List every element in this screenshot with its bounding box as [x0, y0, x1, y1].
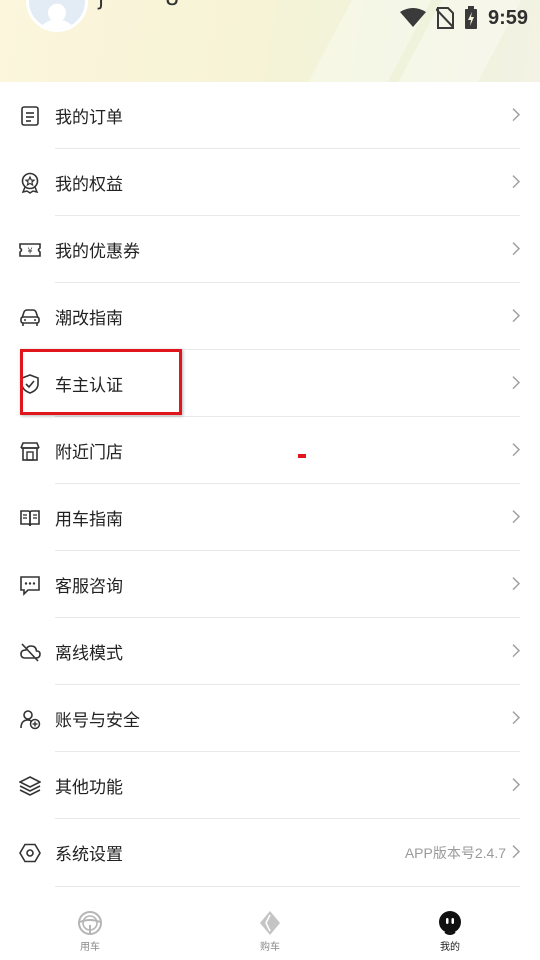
menu-item-nearby-stores[interactable]: 附近门店: [0, 417, 540, 484]
chevron-right-icon: [512, 174, 520, 188]
menu-item-orders[interactable]: 我的订单: [0, 82, 540, 149]
car-front-icon: [19, 306, 41, 328]
menu-item-account-security[interactable]: 账号与安全: [0, 685, 540, 752]
chevron-right-icon: [512, 107, 520, 121]
settings-menu: 我的订单 我的权益 ¥ 我的优惠券 潮改指南 车主认证 附近门店 用车指南 客服…: [0, 82, 540, 887]
menu-item-label: 附近门店: [55, 443, 123, 463]
chevron-right-icon: [512, 576, 520, 590]
chevron-right-icon: [512, 643, 520, 657]
tab-label: 购车: [260, 942, 280, 953]
menu-item-usage-guide[interactable]: 用车指南: [0, 484, 540, 551]
menu-item-customer-service[interactable]: 客服咨询: [0, 551, 540, 618]
menu-item-label: 用车指南: [55, 510, 123, 530]
menu-item-label: 账号与安全: [55, 711, 140, 731]
cloud-off-icon: [19, 641, 41, 663]
menu-item-system-settings[interactable]: 系统设置 APP版本号2.4.7: [0, 819, 540, 887]
app-version: APP版本号2.4.7: [404, 844, 506, 861]
store-icon: [19, 440, 41, 462]
book-icon: [19, 507, 41, 529]
clock: 9:59: [487, 6, 528, 29]
menu-item-label: 离线模式: [55, 644, 123, 664]
menu-item-owner-verification[interactable]: 车主认证: [0, 350, 540, 417]
menu-item-coupons[interactable]: ¥ 我的优惠券: [0, 216, 540, 283]
user-shield-icon: [19, 708, 41, 730]
menu-item-label: 客服咨询: [55, 577, 123, 597]
chat-bubble-icon: [19, 574, 41, 596]
no-sim-icon: [435, 7, 454, 29]
menu-item-label: 车主认证: [55, 376, 123, 396]
menu-item-label: 潮改指南: [55, 309, 123, 329]
chevron-right-icon: [512, 241, 520, 255]
face-icon: [437, 910, 463, 936]
order-list-icon: [19, 105, 41, 127]
menu-item-label: 我的订单: [55, 108, 123, 128]
wifi-icon: [399, 8, 426, 28]
menu-item-benefits[interactable]: 我的权益: [0, 149, 540, 216]
chevron-right-icon: [512, 375, 520, 389]
avatar-person-icon: [29, 0, 85, 29]
chevron-right-icon: [512, 777, 520, 791]
steering-wheel-icon: [77, 910, 103, 936]
shield-check-icon: [19, 373, 41, 395]
menu-item-label: 我的优惠券: [55, 242, 140, 262]
click-marker: [298, 454, 306, 458]
avatar[interactable]: [26, 0, 88, 32]
chevron-right-icon: [512, 844, 520, 858]
tab-label: 我的: [440, 942, 460, 953]
menu-item-mod-guide[interactable]: 潮改指南: [0, 283, 540, 350]
chevron-right-icon: [512, 710, 520, 724]
tab-buy-car[interactable]: 购车: [180, 898, 360, 960]
username: j*****8: [98, 0, 180, 11]
menu-item-offline-mode[interactable]: 离线模式: [0, 618, 540, 685]
chevron-right-icon: [512, 308, 520, 322]
profile-header: j*****8 9:59: [0, 0, 540, 82]
hexagon-settings-icon: [19, 842, 41, 864]
menu-item-label: 系统设置: [55, 845, 123, 865]
menu-item-label: 其他功能: [55, 778, 123, 798]
menu-item-other-features[interactable]: 其他功能: [0, 752, 540, 819]
chevron-right-icon: [512, 509, 520, 523]
bottom-tab-bar: 用车 购车 我的: [0, 898, 540, 960]
layers-icon: [19, 775, 41, 797]
coupon-icon: ¥: [19, 239, 41, 261]
chevron-right-icon: [512, 442, 520, 456]
svg-text:¥: ¥: [27, 246, 32, 255]
tab-label: 用车: [80, 942, 100, 953]
badge-star-icon: [19, 172, 41, 194]
status-bar: 9:59: [399, 6, 528, 30]
diamond-icon: [257, 910, 283, 936]
tab-mine[interactable]: 我的: [360, 898, 540, 960]
menu-item-label: 我的权益: [55, 175, 123, 195]
battery-charging-icon: [464, 6, 478, 30]
tab-use-car[interactable]: 用车: [0, 898, 180, 960]
